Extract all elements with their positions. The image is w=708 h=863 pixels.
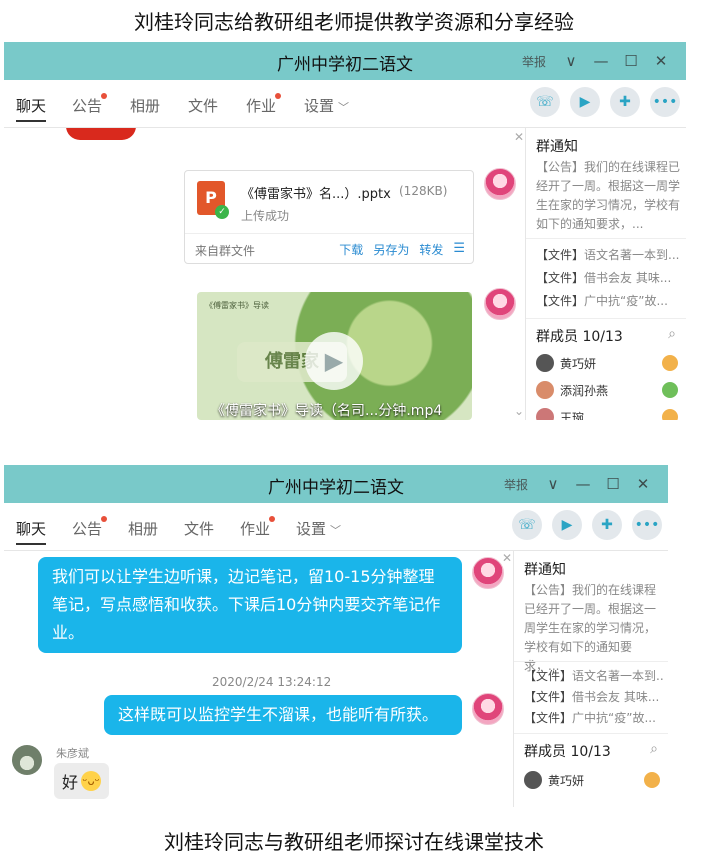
tab-chat[interactable]: 聊天 — [16, 95, 47, 122]
message-timestamp: 2020/2/24 13:24:12 — [212, 675, 332, 689]
tab-files[interactable]: 文件 — [188, 95, 218, 116]
video-thumbnail-title: 《傅雷家书》导读 — [205, 301, 269, 310]
member-item[interactable]: 黄巧妍 — [524, 769, 660, 791]
grin-emoji-icon: ᵕᴗᵕ — [81, 771, 102, 791]
dropdown-icon[interactable]: ∨ — [556, 42, 586, 80]
group-sidebar: 群通知 【公告】我们的在线课程已经开了一周。根据这一周学生在家的学习情况，学校有… — [513, 551, 668, 807]
video-message[interactable]: 《傅雷家书》导读 傅雷家 ▶ 《傅雷家书》导读（名司...分钟.mp4 — [197, 292, 472, 420]
avatar — [536, 354, 554, 372]
video-file-name: 《傅雷家书》导读（名司...分钟.mp4 — [211, 403, 443, 419]
owner-icon — [662, 409, 678, 420]
report-button[interactable]: 举报 — [522, 53, 546, 70]
tab-bar: 聊天 公告 相册 文件 作业 设置 ﹀ ☏ ▶ ✚ ••• — [4, 80, 686, 128]
more-icon[interactable]: ••• — [632, 510, 662, 540]
avatar — [536, 381, 554, 399]
minimize-icon[interactable]: — — [586, 42, 616, 80]
chat-bubble-outgoing[interactable]: 我们可以让学生边听课，边记笔记，留10-15分钟整理笔记，写点感悟和收获。下课后… — [38, 557, 462, 653]
save-as-link[interactable]: 另存为 — [373, 241, 409, 258]
chat-area[interactable]: ✕ P ✓ 《傅雷家书》名...）.pptx (128KB) 上传成功 来自群文… — [4, 128, 524, 420]
collapse-icon[interactable]: ✕ — [502, 551, 512, 565]
title-bar: 广州中学初二语文 举报 ∨ — ☐ ✕ — [4, 42, 686, 80]
title-bar: 广州中学初二语文 举报 ∨ — ☐ ✕ — [4, 465, 668, 503]
close-icon[interactable]: ✕ — [646, 42, 676, 80]
forward-link[interactable]: 转发 — [419, 241, 443, 258]
add-app-icon[interactable]: ✚ — [610, 87, 640, 117]
top-caption: 刘桂玲同志给教研组老师提供教学资源和分享经验 — [134, 10, 574, 34]
avatar[interactable] — [484, 168, 516, 200]
maximize-icon[interactable]: ☐ — [616, 42, 646, 80]
avatar[interactable] — [484, 288, 516, 320]
sidebar-file-item[interactable]: 【文件】广中抗“疫”故... — [536, 292, 682, 309]
dropdown-icon[interactable]: ∨ — [538, 465, 568, 503]
close-icon[interactable]: ✕ — [628, 465, 658, 503]
chat-area[interactable]: ✕ 我们可以让学生边听课，边记笔记，留10-15分钟整理笔记，写点感悟和收获。下… — [4, 551, 512, 807]
report-button[interactable]: 举报 — [504, 476, 528, 493]
phone-icon[interactable]: ☏ — [530, 87, 560, 117]
member-item[interactable]: 黄巧妍 — [536, 352, 678, 374]
chat-bubble-outgoing[interactable]: 这样既可以监控学生不溜课，也能听有所获。 — [104, 695, 462, 735]
member-item[interactable]: 添润孙燕 — [536, 379, 678, 401]
chevron-down-icon: ﹀ — [330, 524, 342, 537]
play-icon[interactable]: ▶ — [305, 332, 363, 390]
file-size: (128KB) — [399, 184, 448, 198]
file-name[interactable]: 《傅雷家书》名...）.pptx — [241, 183, 391, 202]
scroll-down-icon[interactable]: ⌄ — [514, 404, 524, 418]
maximize-icon[interactable]: ☐ — [598, 465, 628, 503]
tab-album[interactable]: 相册 — [128, 518, 158, 539]
group-members-title: 群成员 10/13 — [524, 744, 611, 760]
chat-bubble-incoming[interactable]: 好 ᵕᴗᵕ — [54, 763, 110, 799]
sidebar-file-item[interactable]: 【文件】语文名著一本到... — [536, 246, 682, 263]
tab-bar: 聊天 公告 相册 文件 作业 设置 ﹀ ☏ ▶ ✚ ••• — [4, 503, 668, 551]
search-icon[interactable]: ⌕ — [650, 741, 658, 757]
tab-announcement[interactable]: 公告 — [72, 93, 108, 116]
qq-group-window-2: 广州中学初二语文 举报 ∨ — ☐ ✕ 聊天 公告 相册 文件 作业 设置 ﹀ ☏… — [4, 465, 668, 807]
owner-icon — [662, 355, 678, 371]
video-call-icon[interactable]: ▶ — [570, 87, 600, 117]
group-notice-text[interactable]: 【公告】我们的在线课程已经开了一周。根据这一周学生在家的学习情况，学校有如下的通… — [536, 158, 680, 234]
sidebar-file-item[interactable]: 【文件】语文名著一本到... — [524, 667, 664, 684]
menu-icon[interactable]: ☰ — [453, 241, 465, 258]
video-call-icon[interactable]: ▶ — [552, 510, 582, 540]
sidebar-file-item[interactable]: 【文件】借书会友 其味... — [536, 269, 682, 286]
file-source: 来自群文件 — [195, 244, 256, 258]
file-message-card[interactable]: P ✓ 《傅雷家书》名...）.pptx (128KB) 上传成功 来自群文件 … — [184, 170, 474, 264]
admin-icon — [662, 382, 678, 398]
download-link[interactable]: 下载 — [339, 241, 363, 258]
minimize-icon[interactable]: — — [568, 465, 598, 503]
sender-name: 朱彦斌 — [56, 747, 89, 760]
tab-files[interactable]: 文件 — [184, 518, 214, 539]
add-app-icon[interactable]: ✚ — [592, 510, 622, 540]
tab-album[interactable]: 相册 — [130, 95, 160, 116]
tab-homework[interactable]: 作业 — [240, 516, 276, 539]
avatar[interactable] — [472, 557, 504, 589]
avatar[interactable] — [472, 693, 504, 725]
more-icon[interactable]: ••• — [650, 87, 680, 117]
group-sidebar: 群通知 【公告】我们的在线课程已经开了一周。根据这一周学生在家的学习情况，学校有… — [525, 128, 686, 420]
search-icon[interactable]: ⌕ — [668, 326, 676, 342]
sidebar-file-item[interactable]: 【文件】借书会友 其味... — [524, 688, 664, 705]
tab-chat[interactable]: 聊天 — [16, 518, 47, 545]
avatar — [536, 408, 554, 420]
phone-icon[interactable]: ☏ — [512, 510, 542, 540]
chevron-down-icon: ﹀ — [338, 101, 350, 114]
collapse-icon[interactable]: ✕ — [514, 130, 524, 144]
member-item[interactable]: 王琬 — [536, 406, 678, 420]
tab-homework[interactable]: 作业 — [246, 93, 282, 116]
tab-announcement[interactable]: 公告 — [72, 516, 108, 539]
tab-settings[interactable]: 设置 ﹀ — [296, 518, 341, 539]
tab-settings[interactable]: 设置 ﹀ — [304, 95, 349, 116]
sidebar-file-item[interactable]: 【文件】广中抗“疫”故... — [524, 709, 664, 726]
sticker-image — [66, 128, 136, 140]
bottom-caption: 刘桂玲同志与教研组老师探讨在线课堂技术 — [164, 830, 544, 854]
upload-status: 上传成功 — [241, 209, 290, 223]
group-notice-title: 群通知 — [536, 139, 578, 155]
owner-icon — [644, 772, 660, 788]
group-members-title: 群成员 10/13 — [536, 329, 623, 345]
avatar[interactable] — [12, 745, 42, 775]
check-icon: ✓ — [215, 205, 229, 219]
qq-group-window-1: 广州中学初二语文 举报 ∨ — ☐ ✕ 聊天 公告 相册 文件 作业 设置 ﹀ ☏… — [4, 42, 686, 420]
group-notice-title: 群通知 — [524, 562, 566, 578]
avatar — [524, 771, 542, 789]
